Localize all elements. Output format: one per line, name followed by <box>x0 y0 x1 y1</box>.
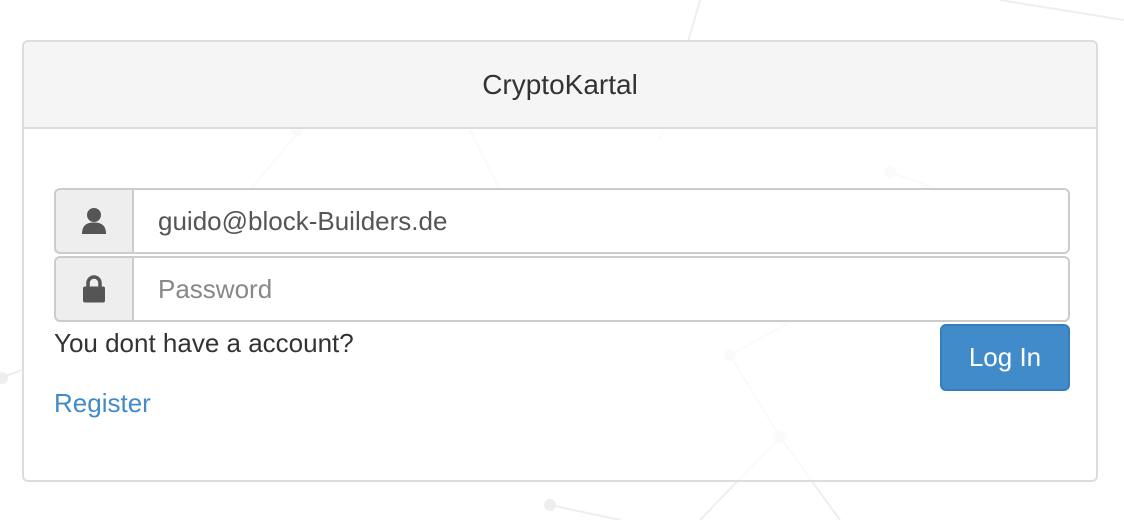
login-panel: CryptoKartal You dont have a account? Re… <box>22 40 1098 482</box>
login-button[interactable]: Log In <box>940 324 1070 391</box>
panel-title: CryptoKartal <box>482 68 638 100</box>
username-field[interactable] <box>132 188 1070 254</box>
panel-heading: CryptoKartal <box>24 42 1096 129</box>
no-account-text: You dont have a account? <box>54 328 354 358</box>
register-link[interactable]: Register <box>54 388 151 419</box>
lock-icon <box>54 256 132 322</box>
password-input-group <box>54 256 1070 322</box>
user-icon <box>54 188 132 254</box>
username-input-group <box>54 188 1070 254</box>
password-field[interactable] <box>132 256 1070 322</box>
